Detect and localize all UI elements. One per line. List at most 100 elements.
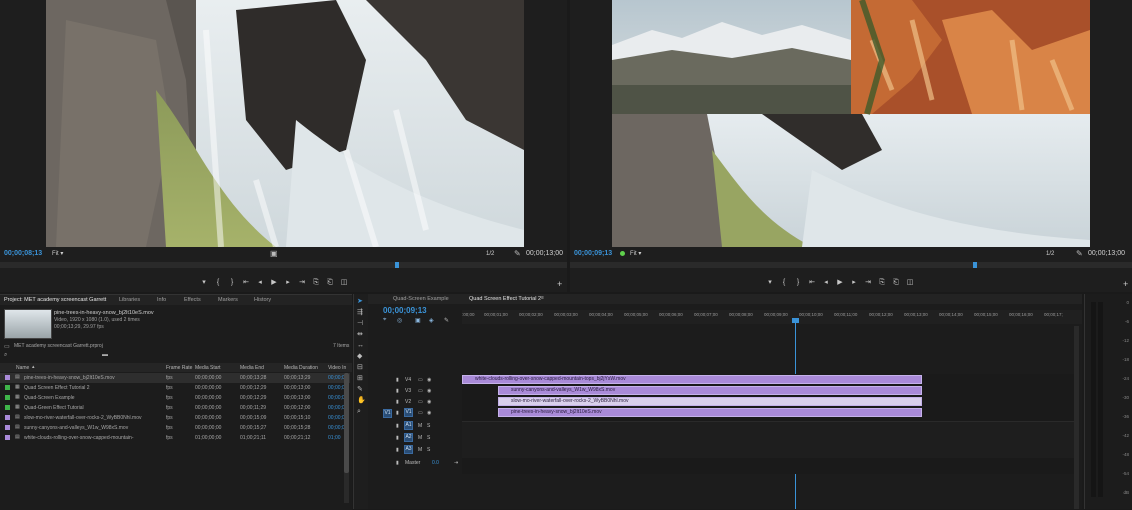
zoom-icon[interactable]: ⌕ — [357, 408, 361, 416]
timeline-timecode[interactable]: 00;00;09;13 — [383, 306, 427, 315]
program-playhead[interactable] — [973, 262, 977, 268]
search-icon[interactable]: ⌕ — [4, 352, 7, 359]
add-marker-button[interactable]: ▾ — [764, 278, 776, 288]
add-marker-button[interactable]: ▾ — [198, 278, 210, 288]
clip-v1[interactable]: pine-trees-in-heavy-snow_bj2lt10eS.mov — [498, 408, 922, 417]
mute-button[interactable]: M — [418, 435, 422, 441]
timeline-scrollbar[interactable] — [1074, 326, 1079, 509]
wrench-icon[interactable]: ✎ — [514, 249, 521, 258]
column-frame-rate[interactable]: Frame Rate — [166, 365, 192, 371]
tab-history[interactable]: History — [254, 297, 271, 303]
track-label[interactable]: V4 — [405, 377, 411, 383]
list-item[interactable]: ▦ Quad-Screen Example fps 00;00;00;00 00… — [0, 393, 350, 403]
step-back-button[interactable]: ◂ — [254, 278, 266, 288]
play-button[interactable]: ▶ — [834, 278, 846, 288]
track-label[interactable]: A2 — [404, 433, 413, 442]
overwrite-button[interactable]: ⎗ — [324, 278, 336, 288]
eye-icon[interactable]: ◉ — [427, 377, 431, 383]
slip-icon[interactable]: ⊟ — [357, 364, 363, 372]
tab-quad-screen-example[interactable]: Quad-Screen Example — [393, 296, 449, 302]
go-to-in-button[interactable]: ⇤ — [240, 278, 252, 288]
extract-button[interactable]: ⎗ — [890, 278, 902, 288]
lock-icon[interactable]: ▮ — [396, 460, 399, 466]
tab-project[interactable]: Project: MET academy screencast Garrett — [4, 297, 106, 303]
track-label[interactable]: A1 — [404, 421, 413, 430]
wrench-icon[interactable]: ✎ — [444, 317, 449, 324]
insert-button[interactable]: ⎘ — [310, 278, 322, 288]
step-forward-button[interactable]: ▸ — [282, 278, 294, 288]
list-item[interactable]: ▦ Quad Screen Effect Tutorial 2 fps 00;0… — [0, 383, 350, 393]
close-icon[interactable]: ≡ — [541, 295, 544, 301]
column-media-end[interactable]: Media End — [240, 365, 264, 371]
column-media-duration[interactable]: Media Duration — [284, 365, 318, 371]
program-video-frame[interactable] — [612, 0, 1090, 247]
sync-icon[interactable]: ▭ — [418, 377, 423, 383]
pen-icon[interactable]: ✎ — [357, 386, 363, 394]
tab-info[interactable]: Info — [157, 297, 166, 303]
razor-icon[interactable]: ◆ — [357, 353, 362, 361]
track-label[interactable]: V3 — [405, 388, 411, 394]
tab-markers[interactable]: Markers — [218, 297, 238, 303]
eye-icon[interactable]: ◉ — [427, 399, 431, 405]
column-media-start[interactable]: Media Start — [195, 365, 221, 371]
go-to-end-icon[interactable]: ⇥ — [454, 460, 458, 466]
mark-out-button[interactable]: } — [226, 278, 238, 288]
new-bin-icon[interactable]: ▬ — [102, 352, 108, 358]
source-scale-dropdown[interactable]: 1/2 — [486, 251, 494, 257]
source-scrub-bar[interactable] — [0, 262, 567, 268]
source-patch-v1[interactable]: V1 — [383, 409, 392, 418]
linked-selection-icon[interactable]: ◎ — [397, 317, 402, 324]
rate-stretch-icon[interactable]: ↔ — [357, 342, 364, 350]
sync-icon[interactable]: ▭ — [418, 399, 423, 405]
solo-button[interactable]: S — [427, 447, 430, 453]
track-label[interactable]: A3 — [404, 445, 413, 454]
eye-icon[interactable]: ◉ — [427, 410, 431, 416]
list-item[interactable]: ▤ white-clouds-rolling-over-snow-capped-… — [0, 433, 350, 443]
tab-libraries[interactable]: Libraries — [119, 297, 140, 303]
go-to-out-button[interactable]: ⇥ — [296, 278, 308, 288]
master-volume[interactable]: 0.0 — [432, 460, 439, 466]
go-to-out-button[interactable]: ⇥ — [862, 278, 874, 288]
mark-in-button[interactable]: { — [778, 278, 790, 288]
lock-icon[interactable]: ▮ — [396, 435, 399, 441]
source-playhead[interactable] — [395, 262, 399, 268]
settings-icon[interactable]: ◈ — [429, 317, 434, 324]
sync-icon[interactable]: ▭ — [418, 410, 423, 416]
eye-icon[interactable]: ◉ — [427, 388, 431, 394]
lock-icon[interactable]: ▮ — [396, 377, 399, 383]
slide-icon[interactable]: ⊞ — [357, 375, 363, 383]
track-area[interactable]: white-clouds-rolling-over-snow-capped-mo… — [462, 374, 1074, 474]
mute-button[interactable]: M — [418, 423, 422, 429]
program-scrub-bar[interactable] — [570, 262, 1132, 268]
mute-button[interactable]: M — [418, 447, 422, 453]
mark-in-button[interactable]: { — [212, 278, 224, 288]
clip-v4[interactable]: white-clouds-rolling-over-snow-capped-mo… — [462, 375, 922, 384]
source-fit-dropdown[interactable]: Fit ▾ — [52, 250, 63, 257]
rolling-edit-icon[interactable]: ⇹ — [357, 331, 363, 339]
add-button-icon[interactable]: + — [1123, 279, 1128, 289]
add-button-icon[interactable]: + — [557, 279, 562, 289]
mark-out-button[interactable]: } — [792, 278, 804, 288]
source-current-timecode[interactable]: 00;00;08;13 — [4, 250, 42, 257]
program-scale-dropdown[interactable]: 1/2 — [1046, 251, 1054, 257]
wrench-icon[interactable]: ✎ — [1076, 249, 1083, 258]
lift-button[interactable]: ⎘ — [876, 278, 888, 288]
solo-button[interactable]: S — [427, 423, 430, 429]
step-forward-button[interactable]: ▸ — [848, 278, 860, 288]
column-video-in[interactable]: Video In — [328, 365, 346, 371]
scrollbar-thumb[interactable] — [344, 373, 349, 473]
program-fit-dropdown[interactable]: Fit ▾ — [630, 250, 641, 257]
lock-icon[interactable]: ▮ — [396, 423, 399, 429]
ripple-edit-icon[interactable]: ⊣ — [357, 320, 363, 328]
track-select-icon[interactable]: ⇶ — [357, 309, 363, 317]
hand-icon[interactable]: ✋ — [357, 397, 366, 405]
go-to-in-button[interactable]: ⇤ — [806, 278, 818, 288]
lock-icon[interactable]: ▮ — [396, 410, 399, 416]
marker-icon[interactable]: ▣ — [415, 317, 421, 324]
lock-icon[interactable]: ▮ — [396, 447, 399, 453]
step-back-button[interactable]: ◂ — [820, 278, 832, 288]
snap-icon[interactable]: ⌖ — [383, 317, 386, 324]
playhead-handle[interactable] — [792, 318, 799, 323]
export-frame-button[interactable]: ◫ — [338, 278, 350, 288]
selection-tool-icon[interactable]: ➤ — [357, 298, 363, 306]
